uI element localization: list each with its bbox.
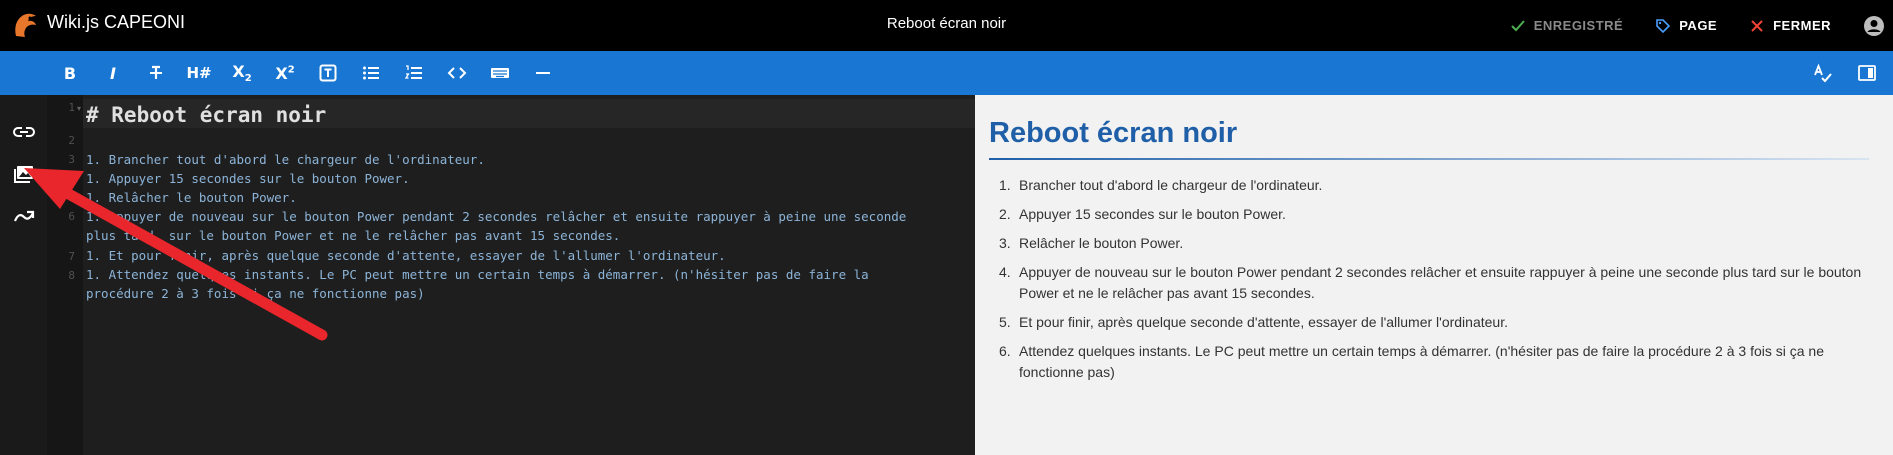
list-number: 2. xyxy=(999,206,1011,222)
bullet-list-button[interactable] xyxy=(352,51,390,95)
list-item-text: Brancher tout d'abord le chargeur de l'o… xyxy=(1019,177,1323,193)
formatting-toolbar: B I H# X2 X2 xyxy=(0,51,1893,95)
list-item-text: Relâcher le bouton Power. xyxy=(1019,235,1184,251)
tag-icon xyxy=(1656,18,1671,33)
line-number: 3 xyxy=(68,153,75,166)
inline-code-button[interactable] xyxy=(438,51,476,95)
strikethrough-button[interactable] xyxy=(137,51,175,95)
text-box-icon xyxy=(319,64,337,82)
strikethrough-icon xyxy=(150,65,162,79)
line-number-gutter: 1 ▾ 2 3 4 5 6 7 8 xyxy=(47,95,83,455)
editor-line: procédure 2 à 3 fois si ça ne fonctionne… xyxy=(86,286,425,301)
preview-heading: Reboot écran noir xyxy=(989,117,1238,149)
list-item-text: Attendez quelques instants. Le PC peut m… xyxy=(1019,343,1825,380)
keyboard-icon xyxy=(491,68,509,78)
list-item-text: Appuyer 15 secondes sur le bouton Power. xyxy=(1019,206,1286,222)
line-number: 5 xyxy=(68,191,75,204)
preview-ordered-list: 1. Brancher tout d'abord le chargeur de l… xyxy=(999,175,1869,391)
page-label: PAGE xyxy=(1679,18,1718,33)
code-icon xyxy=(447,67,467,79)
saved-label: ENREGISTRÉ xyxy=(1533,18,1624,33)
numbered-list-icon xyxy=(404,65,422,79)
numbered-list-button[interactable] xyxy=(395,51,433,95)
editor-sidebar xyxy=(0,95,47,455)
editor-line: 1. Attendez quelques instants. Le PC peu… xyxy=(86,267,869,282)
close-icon xyxy=(1751,19,1763,32)
list-item: 4. Appuyer de nouveau sur le bouton Power… xyxy=(999,262,1869,304)
editor-line: 1. Brancher tout d'abord le chargeur de … xyxy=(86,152,485,167)
top-bar: Wiki.js CAPEONI Reboot écran noir ENREGI… xyxy=(0,0,1893,51)
list-item: 1. Brancher tout d'abord le chargeur de l… xyxy=(999,175,1869,196)
insert-link-button[interactable] xyxy=(6,114,42,150)
line-number: 6 xyxy=(68,210,75,223)
insert-link-icon xyxy=(13,127,35,137)
editor-line: plus tard sur le bouton Power et ne le r… xyxy=(86,228,621,243)
superscript-button[interactable]: X2 xyxy=(266,51,304,95)
subscript-icon: X2 xyxy=(232,61,252,85)
line-number: 1 xyxy=(68,101,75,114)
insert-diagram-button[interactable] xyxy=(6,198,42,234)
list-number: 1. xyxy=(999,177,1011,193)
italic-button[interactable]: I xyxy=(94,51,132,95)
italic-icon: I xyxy=(110,63,116,83)
editor-line: 1. Relâcher le bouton Power. xyxy=(86,190,297,205)
insert-diagram-icon xyxy=(13,210,35,222)
close-button[interactable]: FERMER xyxy=(1749,18,1831,34)
editor-line: 1. Appuyer 15 secondes sur le bouton Pow… xyxy=(86,171,410,186)
page-properties-button[interactable]: PAGE xyxy=(1655,18,1717,34)
list-number: 5. xyxy=(999,314,1011,330)
list-number: 3. xyxy=(999,235,1011,251)
heading-underline xyxy=(989,158,1869,160)
bullet-list-icon xyxy=(363,66,379,80)
list-item-text: Appuyer de nouveau sur le bouton Power p… xyxy=(1019,264,1862,301)
insert-assets-button[interactable] xyxy=(6,156,42,192)
list-item-text: Et pour finir, après quelque seconde d'a… xyxy=(1019,314,1508,330)
insert-assets-icon xyxy=(14,166,33,183)
saved-button[interactable]: ENREGISTRÉ xyxy=(1510,18,1624,34)
line-number: 4 xyxy=(68,172,75,185)
markdown-preview: Reboot écran noir 1. Brancher tout d'abor… xyxy=(975,95,1893,455)
heading-button[interactable]: H# xyxy=(180,51,218,95)
account-icon[interactable] xyxy=(1863,15,1885,37)
line-number: 7 xyxy=(68,250,75,263)
list-item: 3. Relâcher le bouton Power. xyxy=(999,233,1869,254)
line-number: 2 xyxy=(68,134,75,147)
editor-line: 1. Et pour finir, après quelque seconde … xyxy=(86,248,726,263)
subscript-button[interactable]: X2 xyxy=(223,51,261,95)
spellcheck-icon xyxy=(1814,63,1832,83)
list-item: 6. Attendez quelques instants. Le PC peut… xyxy=(999,341,1869,383)
list-item: 2. Appuyer 15 secondes sur le bouton Powe… xyxy=(999,204,1869,225)
list-number: 6. xyxy=(999,343,1011,359)
list-number: 4. xyxy=(999,264,1011,280)
editor-heading-line: # Reboot écran noir xyxy=(86,103,327,127)
bold-button[interactable]: B xyxy=(51,51,89,95)
heading-icon: H# xyxy=(186,64,212,82)
list-item: 5. Et pour finir, après quelque seconde d… xyxy=(999,312,1869,333)
text-block-button[interactable] xyxy=(309,51,347,95)
bold-icon: B xyxy=(63,63,77,83)
editor-line: 1. Appuyer de nouveau sur le bouton Powe… xyxy=(86,209,907,224)
superscript-icon: X2 xyxy=(275,63,295,83)
keyboard-key-button[interactable] xyxy=(481,51,519,95)
horizontal-rule-button[interactable] xyxy=(524,51,562,95)
close-label: FERMER xyxy=(1773,18,1831,33)
line-number: 8 xyxy=(68,269,75,282)
fold-marker-icon[interactable]: ▾ xyxy=(77,104,81,113)
top-actions: ENREGISTRÉ PAGE FERMER xyxy=(1510,0,1893,51)
markdown-editor[interactable]: 1 ▾ 2 3 4 5 6 7 8 # Reboot écran noir 1.… xyxy=(47,95,975,455)
check-icon xyxy=(1510,19,1525,31)
toggle-preview-button[interactable] xyxy=(1848,51,1886,95)
horizontal-rule-icon xyxy=(536,72,550,74)
toggle-preview-icon xyxy=(1858,65,1876,81)
spellcheck-button[interactable] xyxy=(1804,51,1842,95)
